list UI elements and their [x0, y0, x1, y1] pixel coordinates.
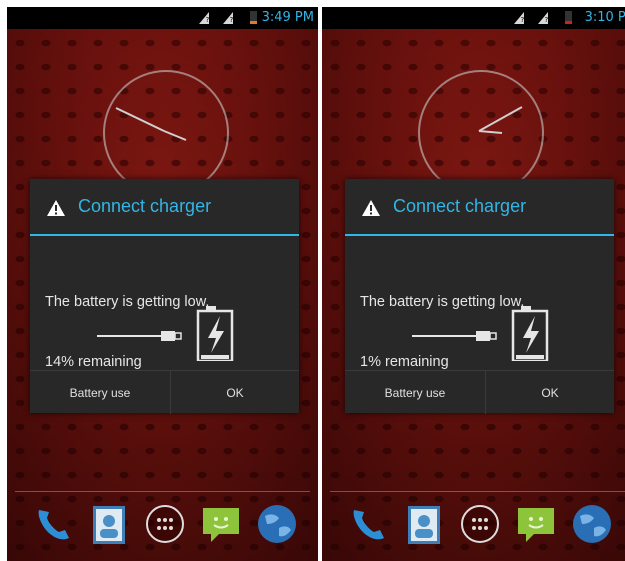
dock-divider: [15, 491, 310, 492]
all-apps-icon[interactable]: [143, 502, 187, 546]
dialog-title-bar: Connect charger: [30, 179, 299, 235]
status-bar: ? ? 3:49 PM: [7, 7, 318, 29]
status-bar: ? ? 3:10 PM: [322, 7, 625, 29]
dialog-title-bar: Connect charger: [345, 179, 614, 235]
battery-status-level: [250, 20, 257, 24]
phone-icon[interactable]: [31, 502, 75, 546]
battery-status-icon: [250, 11, 257, 24]
browser-icon[interactable]: [570, 502, 614, 546]
warning-icon: [362, 200, 380, 216]
svg-text:?: ?: [545, 16, 549, 24]
status-time: 3:10 PM: [584, 10, 625, 25]
ok-button[interactable]: OK: [486, 371, 614, 414]
ok-button[interactable]: OK: [171, 371, 299, 414]
connect-charger-dialog: Connect charger The battery is getting l…: [345, 179, 614, 414]
phone-screen-left: ? ? 3:49 PM Connect charger The battery: [7, 7, 318, 561]
svg-text:?: ?: [521, 16, 525, 24]
dialog-button-bar: Battery use OK: [345, 370, 614, 414]
charger-cable-icon: [97, 331, 182, 341]
dialog-title: Connect charger: [393, 196, 527, 216]
svg-text:?: ?: [206, 16, 210, 24]
battery-status-level: [565, 20, 572, 24]
dialog-title: Connect charger: [78, 196, 212, 216]
dialog-button-bar: Battery use OK: [30, 370, 299, 414]
battery-use-button[interactable]: Battery use: [345, 371, 486, 414]
analog-clock-widget: [418, 70, 544, 196]
no-signal-icon: ?: [538, 12, 548, 24]
phone-icon[interactable]: [346, 502, 390, 546]
charger-illustration: [412, 306, 549, 361]
analog-clock-widget: [103, 70, 229, 196]
home-dock: [322, 502, 625, 552]
connect-charger-dialog: Connect charger The battery is getting l…: [30, 179, 299, 414]
battery-use-button[interactable]: Battery use: [30, 371, 171, 414]
no-sim-icon: ?: [514, 12, 524, 24]
home-dock: [7, 502, 318, 552]
charger-cable-icon: [412, 331, 497, 341]
no-signal-icon: ?: [223, 12, 233, 24]
all-apps-icon[interactable]: [458, 502, 502, 546]
dock-divider: [330, 491, 625, 492]
contacts-icon[interactable]: [87, 502, 131, 546]
title-divider: [345, 234, 614, 236]
browser-icon[interactable]: [255, 502, 299, 546]
phone-screen-right: ? ? 3:10 PM Connect charger The battery: [322, 7, 625, 561]
status-time: 3:49 PM: [261, 10, 314, 25]
title-divider: [30, 234, 299, 236]
messaging-icon[interactable]: [514, 502, 558, 546]
empty-battery-icon: [196, 306, 234, 361]
no-sim-icon: ?: [199, 12, 209, 24]
battery-status-icon: [565, 11, 572, 24]
contacts-icon[interactable]: [402, 502, 446, 546]
empty-battery-icon: [511, 306, 549, 361]
svg-text:?: ?: [230, 16, 234, 24]
warning-icon: [47, 200, 65, 216]
charger-illustration: [97, 306, 234, 361]
messaging-icon[interactable]: [199, 502, 243, 546]
